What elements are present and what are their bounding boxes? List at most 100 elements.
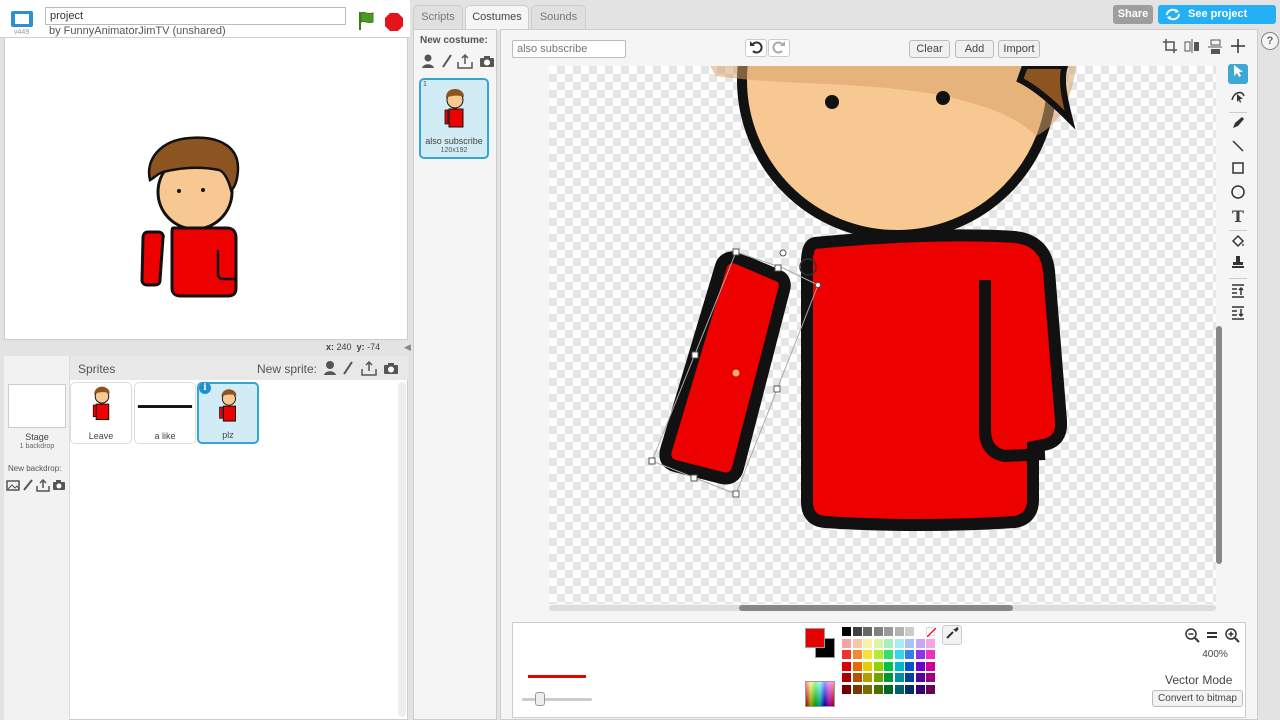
camera-costume-icon[interactable] xyxy=(479,53,495,69)
fill-tool-icon[interactable] xyxy=(1228,234,1248,254)
canvas-horizontal-scrollbar[interactable] xyxy=(739,605,1013,611)
color-swatch[interactable] xyxy=(894,684,904,694)
costume-name-input[interactable] xyxy=(512,40,626,58)
forward-layer-icon[interactable] xyxy=(1228,284,1248,304)
color-swatch[interactable] xyxy=(873,661,883,671)
color-swatch[interactable] xyxy=(842,661,851,671)
camera-sprite-icon[interactable] xyxy=(383,359,399,377)
color-swatch[interactable] xyxy=(894,673,904,682)
color-swatch[interactable] xyxy=(905,684,914,694)
stop-icon[interactable] xyxy=(384,12,404,32)
zoom-out-icon[interactable] xyxy=(1184,627,1200,643)
color-swatch[interactable] xyxy=(884,638,893,648)
color-swatch[interactable] xyxy=(873,650,883,659)
clear-button[interactable]: Clear xyxy=(909,40,950,58)
zoom-in-icon[interactable] xyxy=(1224,627,1240,643)
color-swatch[interactable] xyxy=(884,627,893,636)
crop-icon[interactable] xyxy=(1160,39,1180,59)
color-swatch[interactable] xyxy=(926,661,935,671)
upload-costume-icon[interactable] xyxy=(457,53,473,69)
color-swatch[interactable] xyxy=(842,650,851,659)
color-swatch[interactable] xyxy=(873,673,883,682)
color-swatch[interactable] xyxy=(884,661,893,671)
color-swatch[interactable] xyxy=(842,638,851,648)
color-swatch[interactable] xyxy=(852,627,862,636)
line-tool-icon[interactable] xyxy=(1228,139,1248,159)
tab-sounds[interactable]: Sounds xyxy=(531,5,586,29)
color-swatch[interactable] xyxy=(852,673,862,682)
undo-icon[interactable] xyxy=(745,39,767,57)
color-swatch[interactable] xyxy=(873,684,883,694)
color-swatch[interactable] xyxy=(863,650,872,659)
flip-vertical-icon[interactable] xyxy=(1205,39,1225,59)
sprite-library-icon[interactable] xyxy=(322,359,338,377)
select-tool-icon[interactable] xyxy=(1228,64,1248,84)
color-swatch[interactable] xyxy=(884,684,893,694)
project-title-input[interactable] xyxy=(45,7,346,25)
color-swatch[interactable] xyxy=(852,661,862,671)
color-swatch[interactable] xyxy=(926,673,935,682)
stage[interactable] xyxy=(4,38,408,340)
color-picker-gradient[interactable] xyxy=(805,681,835,707)
paint-sprite-icon[interactable] xyxy=(340,359,356,377)
green-flag-icon[interactable] xyxy=(356,10,378,32)
paint-backdrop-icon[interactable] xyxy=(21,478,35,492)
color-swatch[interactable] xyxy=(873,627,883,636)
help-button[interactable]: ? xyxy=(1261,32,1279,50)
zoom-reset-icon[interactable] xyxy=(1204,627,1220,643)
color-swatch[interactable] xyxy=(884,673,893,682)
sprite-tile-a-like[interactable]: a like xyxy=(134,382,196,444)
color-swatch[interactable] xyxy=(894,661,904,671)
backdrop-library-icon[interactable] xyxy=(6,478,20,492)
stroke-width-slider[interactable] xyxy=(535,692,545,706)
primary-color-swatch[interactable] xyxy=(805,628,825,648)
color-swatch[interactable] xyxy=(915,673,925,682)
reshape-tool-icon[interactable] xyxy=(1228,88,1248,108)
stroke-width-slider-track[interactable] xyxy=(522,698,592,701)
ellipse-tool-icon[interactable] xyxy=(1228,184,1248,204)
color-swatch[interactable] xyxy=(905,673,914,682)
color-swatch[interactable] xyxy=(905,638,914,648)
redo-icon[interactable] xyxy=(768,39,790,57)
rectangle-tool-icon[interactable] xyxy=(1228,161,1248,181)
color-swatch[interactable] xyxy=(842,673,851,682)
import-button[interactable]: Import xyxy=(998,40,1040,58)
transparent-swatch[interactable] xyxy=(926,627,936,637)
paint-costume-icon[interactable] xyxy=(439,53,455,69)
stamp-tool-icon[interactable] xyxy=(1228,255,1248,275)
pencil-tool-icon[interactable] xyxy=(1228,116,1248,136)
convert-to-bitmap-button[interactable]: Convert to bitmap xyxy=(1152,690,1243,707)
color-swatch[interactable] xyxy=(863,627,872,636)
text-tool-icon[interactable]: T xyxy=(1228,207,1248,227)
color-swatch[interactable] xyxy=(863,684,872,694)
color-swatch[interactable] xyxy=(852,684,862,694)
color-swatch[interactable] xyxy=(905,650,914,659)
drawing-canvas[interactable] xyxy=(549,66,1216,604)
color-swatch[interactable] xyxy=(852,650,862,659)
color-swatch[interactable] xyxy=(863,638,872,648)
color-swatch[interactable] xyxy=(915,650,925,659)
upload-backdrop-icon[interactable] xyxy=(36,478,50,492)
color-swatch[interactable] xyxy=(842,684,851,694)
color-swatch[interactable] xyxy=(915,661,925,671)
color-swatch[interactable] xyxy=(905,627,914,636)
flip-horizontal-icon[interactable] xyxy=(1182,39,1202,59)
canvas-vertical-scrollbar[interactable] xyxy=(1216,326,1222,564)
fullscreen-icon[interactable] xyxy=(10,10,34,28)
color-swatch[interactable] xyxy=(894,627,904,636)
color-swatch[interactable] xyxy=(894,650,904,659)
color-swatch[interactable] xyxy=(873,638,883,648)
color-swatch[interactable] xyxy=(894,638,904,648)
color-swatch[interactable] xyxy=(852,638,862,648)
color-swatch[interactable] xyxy=(926,684,935,694)
tab-scripts[interactable]: Scripts xyxy=(413,5,463,29)
color-swatch[interactable] xyxy=(915,627,925,636)
costume-library-icon[interactable] xyxy=(420,53,436,69)
camera-backdrop-icon[interactable] xyxy=(52,478,66,492)
sprite-list-scrollbar[interactable] xyxy=(398,382,406,717)
color-swatch[interactable] xyxy=(905,661,914,671)
color-swatch[interactable] xyxy=(915,684,925,694)
stage-thumbnail[interactable] xyxy=(8,384,66,428)
upload-sprite-icon[interactable] xyxy=(361,359,377,377)
color-swatch[interactable] xyxy=(863,673,872,682)
